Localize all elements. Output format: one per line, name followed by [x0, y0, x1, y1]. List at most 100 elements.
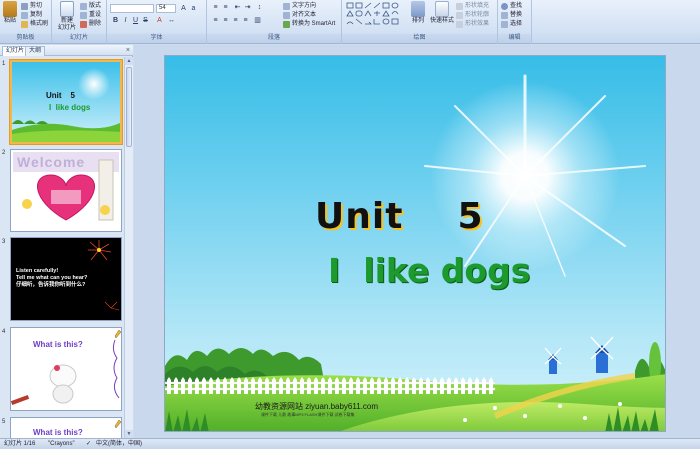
shrink-font-icon[interactable]: a: [189, 4, 198, 12]
slide-thumbnail-1[interactable]: Unit 5 I like dogs: [10, 60, 122, 144]
bullets-icon[interactable]: ≡: [211, 3, 220, 11]
slide-thumbnail-2[interactable]: Welcome: [10, 149, 122, 232]
close-icon[interactable]: ×: [126, 46, 130, 55]
layout-label: 版式: [89, 3, 102, 9]
fence-picket: [279, 377, 283, 394]
text-direction-button[interactable]: 文字方向: [283, 2, 316, 10]
effects-icon: [456, 20, 463, 28]
fence-picket: [314, 377, 318, 394]
reset-button[interactable]: 重设: [80, 11, 101, 19]
scroll-up-icon[interactable]: ▲: [125, 57, 133, 65]
increase-indent-icon[interactable]: ⇥: [243, 3, 252, 11]
slide-number: 3: [2, 239, 6, 245]
fence-picket: [363, 377, 367, 394]
delete-icon: [80, 20, 87, 28]
line-spacing-icon[interactable]: ↕: [255, 3, 264, 11]
paintbrush-icon: [21, 20, 28, 28]
slide-1-title: Unit 5: [46, 91, 75, 100]
replace-button[interactable]: 替换: [501, 11, 522, 19]
fence-picket: [230, 377, 234, 394]
clipboard-group: 粘贴 剪切 复制 格式刷 剪贴板: [0, 0, 52, 44]
new-slide-icon: [60, 1, 74, 17]
fence-picket: [405, 377, 409, 394]
quick-styles-button[interactable]: 快速样式: [430, 1, 454, 25]
copy-label: 复制: [30, 12, 43, 18]
strikethrough-icon[interactable]: S: [141, 16, 150, 24]
scroll-down-icon[interactable]: ▼: [125, 430, 133, 438]
numbering-icon[interactable]: ≡: [221, 3, 230, 11]
font-color-icon[interactable]: A: [155, 16, 164, 24]
grow-font-icon[interactable]: A: [179, 4, 188, 12]
fence-picket: [335, 377, 339, 394]
layout-button[interactable]: 版式: [80, 2, 101, 10]
underline-icon[interactable]: U: [131, 16, 140, 24]
fence-picket: [412, 377, 416, 394]
slide-number: 2: [2, 150, 6, 156]
character-spacing-icon[interactable]: ↔: [167, 16, 176, 24]
smartart-button[interactable]: 转换为 SmartArt: [283, 20, 335, 28]
editing-group: 查找 替换 选择 编辑: [498, 0, 532, 44]
theme-status: "Crayons": [48, 441, 75, 447]
find-button[interactable]: 查找: [501, 2, 522, 10]
paste-button[interactable]: 粘贴: [2, 1, 18, 25]
shape-outline-button[interactable]: 形状轮廓: [456, 11, 489, 19]
fence-picket: [181, 377, 185, 394]
align-text-icon: [283, 11, 290, 19]
slide-thumbnail-5[interactable]: What is this?: [10, 417, 122, 438]
shape-effects-button[interactable]: 形状效果: [456, 20, 489, 28]
magnifier-icon: [501, 2, 508, 10]
slide-thumbnails: 1 Unit 5 I like dogs 2 Welcome 3 Listen …: [0, 57, 124, 438]
pane-tabs: 幻灯片 大纲 ×: [0, 45, 133, 56]
quick-styles-icon: [435, 1, 449, 17]
slide-4-title: What is this?: [33, 340, 83, 349]
decrease-indent-icon[interactable]: ⇤: [233, 3, 242, 11]
fence-picket: [244, 377, 248, 394]
font-name-combo[interactable]: [110, 4, 154, 13]
new-slide-button[interactable]: 新建 幻灯片: [56, 1, 78, 32]
slide-index-status: 幻灯片 1/16: [4, 441, 36, 447]
format-painter-button[interactable]: 格式刷: [21, 20, 48, 28]
font-size-combo[interactable]: 54: [156, 4, 176, 13]
cut-button[interactable]: 剪切: [21, 2, 42, 10]
copy-button[interactable]: 复制: [21, 11, 42, 19]
scroll-thumb[interactable]: [126, 67, 132, 147]
tab-outline[interactable]: 大纲: [25, 46, 46, 56]
paragraph-group: ≡ ≡ ⇤ ⇥ ↕ ≡ ≡ ≡ ≡ ▥ 文字方向 对齐文本 转换为 SmartA…: [207, 0, 342, 44]
arrange-button[interactable]: 排列: [410, 1, 426, 25]
shapes-gallery[interactable]: [345, 2, 407, 30]
paste-label: 粘贴: [3, 18, 16, 24]
select-cursor-icon: [501, 20, 508, 28]
thumbnail-scrollbar[interactable]: ▲ ▼: [124, 57, 133, 438]
justify-icon[interactable]: ≡: [241, 16, 250, 24]
current-slide[interactable]: Unit 5 I like dogs 幼教资源网站 ziyuan.baby611…: [164, 55, 666, 432]
shape-fill-button[interactable]: 形状填充: [456, 2, 489, 10]
align-right-icon[interactable]: ≡: [231, 16, 240, 24]
fence-picket: [398, 377, 402, 394]
fence-picket: [489, 377, 493, 394]
fence-picket: [419, 377, 423, 394]
italic-icon[interactable]: I: [121, 16, 130, 24]
select-button[interactable]: 选择: [501, 20, 522, 28]
slide-thumbnail-3[interactable]: Listen carefully! Tell me what can you h…: [10, 237, 122, 321]
slide-thumbnail-4[interactable]: What is this?: [10, 327, 122, 411]
slide-title[interactable]: Unit 5: [315, 196, 495, 237]
align-text-button[interactable]: 对齐文本: [283, 11, 316, 19]
format-painter-label: 格式刷: [30, 21, 49, 27]
pen-icon: [456, 11, 463, 19]
watermark-subtext: 课件下载 儿歌 故事MP3 FLASH课件下载 试卷下载集: [261, 412, 355, 417]
fence-picket: [293, 377, 297, 394]
windmill: [590, 336, 614, 373]
delete-button[interactable]: 删除: [80, 20, 101, 28]
columns-icon[interactable]: ▥: [253, 16, 262, 24]
spellcheck-icon[interactable]: ✓: [86, 439, 91, 449]
align-center-icon[interactable]: ≡: [221, 16, 230, 24]
slide-subtitle[interactable]: I like dogs: [328, 251, 588, 290]
bold-icon[interactable]: B: [111, 16, 120, 24]
align-left-icon[interactable]: ≡: [211, 16, 220, 24]
slide-5-title: What is this?: [33, 428, 83, 437]
shapes-gallery-icons: [346, 2, 399, 25]
slide-editing-area: Unit 5 I like dogs 幼教资源网站 ziyuan.baby611…: [134, 45, 700, 438]
slides-pane: 幻灯片 大纲 × 1 Unit 5 I like dogs 2 Welcome …: [0, 45, 133, 438]
fence-picket: [307, 377, 311, 394]
language-status[interactable]: 中文(简体，中国): [96, 439, 142, 449]
